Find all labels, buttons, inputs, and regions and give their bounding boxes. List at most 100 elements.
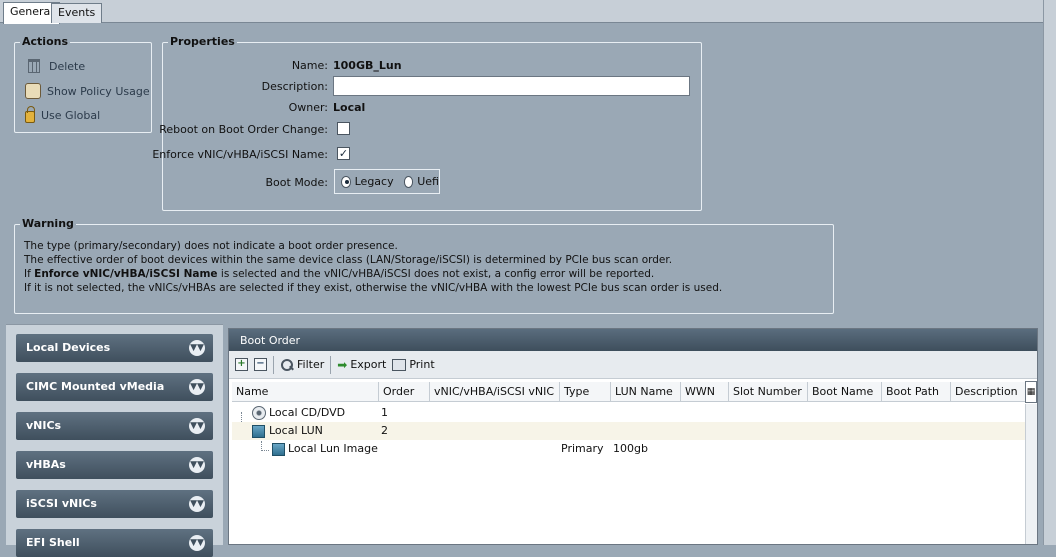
table-row[interactable]: Local LUN 2	[232, 422, 1027, 440]
cd-icon-cell	[252, 406, 266, 420]
uefi-label: Uefi	[417, 175, 439, 188]
col-boot-path[interactable]: Boot Path	[882, 382, 951, 402]
warning-line-4: If it is not selected, the vNICs/vHBAs a…	[24, 282, 723, 294]
description-input[interactable]	[333, 76, 690, 96]
bootmode-radio-group: Legacy Uefi	[334, 169, 440, 194]
uefi-radio[interactable]	[403, 175, 414, 188]
row-type: Primary	[561, 442, 604, 455]
row-lun-name: 100gb	[613, 442, 648, 455]
legacy-radio[interactable]	[341, 175, 351, 188]
toolbar-separator	[330, 355, 332, 374]
col-wwn[interactable]: WWN	[681, 382, 729, 402]
warning-title: Warning	[20, 217, 76, 230]
table-row[interactable]: Local Lun Image Primary 100gb	[232, 440, 1027, 458]
row-name: Local Lun Image	[288, 442, 378, 455]
export-button[interactable]: ➡ Export	[337, 358, 386, 372]
col-slot-number[interactable]: Slot Number	[729, 382, 808, 402]
print-label: Print	[409, 358, 435, 371]
lun-icon	[252, 424, 265, 438]
accordion-vnics-label: vNICs	[26, 419, 62, 432]
accordion-vhbas[interactable]: vHBAs ▼▼	[16, 451, 213, 479]
warning-line-3-pre: If	[24, 268, 35, 280]
chevron-down-icon: ▼▼	[189, 379, 205, 395]
col-description[interactable]: Description	[951, 382, 1027, 402]
lun-image-icon	[272, 442, 285, 456]
accordion-local-devices-label: Local Devices	[26, 341, 111, 354]
col-lun-name[interactable]: LUN Name	[611, 382, 681, 402]
device-accordion-panel: Local Devices ▼▼ CIMC Mounted vMedia ▼▼ …	[6, 324, 223, 557]
filter-icon	[280, 358, 294, 372]
warning-line-3: If Enforce vNIC/vHBA/iSCSI Name is selec…	[24, 268, 654, 280]
chevron-down-icon: ▼▼	[189, 457, 205, 473]
accordion-iscsi-vnics-label: iSCSI vNICs	[26, 497, 97, 510]
boot-order-title: Boot Order	[229, 329, 1037, 351]
filter-button[interactable]: Filter	[280, 358, 324, 372]
chevron-down-icon: ▼▼	[189, 496, 205, 512]
accordion-iscsi-vnics[interactable]: iSCSI vNICs ▼▼	[16, 490, 213, 518]
export-icon: ➡	[337, 357, 348, 372]
accordion-efi-shell[interactable]: EFI Shell ▼▼	[16, 529, 213, 557]
table-row[interactable]: Local CD/DVD 1	[232, 404, 1027, 422]
owner-label: Owner:	[288, 101, 328, 114]
chevron-down-icon: ▼▼	[189, 418, 205, 434]
table-header: Name Order vNIC/vHBA/iSCSI vNIC Type LUN…	[232, 382, 1027, 402]
accordion-cimc-vmedia-label: CIMC Mounted vMedia	[26, 380, 165, 393]
name-label: Name:	[291, 59, 328, 72]
use-global-button[interactable]: Use Global	[25, 106, 101, 123]
actions-title: Actions	[20, 35, 70, 48]
chevron-down-icon: ▼▼	[189, 340, 205, 356]
accordion-vnics[interactable]: vNICs ▼▼	[16, 412, 213, 440]
row-order: 2	[381, 424, 388, 437]
col-type[interactable]: Type	[560, 382, 611, 402]
export-label: Export	[350, 358, 387, 371]
reboot-label: Reboot on Boot Order Change:	[159, 123, 328, 136]
cd-dvd-icon	[252, 406, 266, 420]
enforce-label: Enforce vNIC/vHBA/iSCSI Name:	[152, 148, 328, 161]
chevron-down-icon: ▼▼	[189, 535, 205, 551]
warning-line-2: The effective order of boot devices with…	[24, 254, 673, 266]
tab-bar: General Events	[0, 0, 1056, 24]
remove-button[interactable]: −	[254, 358, 267, 371]
lun-icon-cell	[252, 424, 265, 438]
warning-line-3-post: is selected and the vNIC/vHBA/iSCSI does…	[217, 268, 655, 280]
properties-title: Properties	[168, 35, 237, 48]
vertical-scrollbar[interactable]	[1025, 404, 1037, 544]
accordion-vhbas-label: vHBAs	[26, 458, 66, 471]
row-order: 1	[381, 406, 388, 419]
filter-label: Filter	[297, 358, 325, 371]
owner-value: Local	[333, 101, 366, 114]
reboot-checkbox[interactable]	[337, 122, 350, 135]
boot-order-toolbar: + − Filter ➡ Export Print	[229, 351, 1037, 379]
row-name: Local LUN	[269, 424, 323, 437]
description-label: Description:	[261, 80, 328, 93]
accordion-cimc-vmedia[interactable]: CIMC Mounted vMedia ▼▼	[16, 373, 213, 401]
boot-order-panel: Boot Order + − Filter ➡ Export Print Nam…	[228, 328, 1038, 545]
lock-icon	[25, 106, 35, 123]
tab-events[interactable]: Events	[51, 3, 103, 23]
name-value: 100GB_Lun	[333, 59, 402, 72]
col-order[interactable]: Order	[379, 382, 430, 402]
col-name[interactable]: Name	[232, 382, 379, 402]
print-button[interactable]: Print	[392, 358, 435, 371]
accordion-efi-shell-label: EFI Shell	[26, 536, 80, 549]
column-chooser-icon[interactable]: ▦	[1025, 381, 1037, 403]
warning-line-3-bold: Enforce vNIC/vHBA/iSCSI Name	[34, 268, 218, 280]
accordion-local-devices[interactable]: Local Devices ▼▼	[16, 334, 213, 362]
col-vnic[interactable]: vNIC/vHBA/iSCSI vNIC	[430, 382, 560, 402]
row-name: Local CD/DVD	[269, 406, 346, 419]
delete-label: Delete	[49, 59, 86, 73]
warning-line-1: The type (primary/secondary) does not in…	[24, 240, 398, 252]
use-global-label: Use Global	[41, 108, 101, 122]
enforce-checkbox[interactable]: ✓	[337, 147, 350, 160]
window-edge-strip	[1043, 0, 1056, 545]
lun-image-icon-cell	[272, 442, 285, 456]
scroll-icon	[25, 83, 41, 99]
bootmode-label: Boot Mode:	[265, 176, 329, 189]
legacy-label: Legacy	[354, 175, 394, 188]
toolbar-separator	[273, 355, 274, 374]
print-icon	[392, 358, 407, 371]
col-boot-name[interactable]: Boot Name	[808, 382, 882, 402]
delete-button[interactable]: Delete	[25, 59, 85, 73]
trash-icon	[28, 59, 40, 73]
add-button[interactable]: +	[235, 358, 248, 371]
